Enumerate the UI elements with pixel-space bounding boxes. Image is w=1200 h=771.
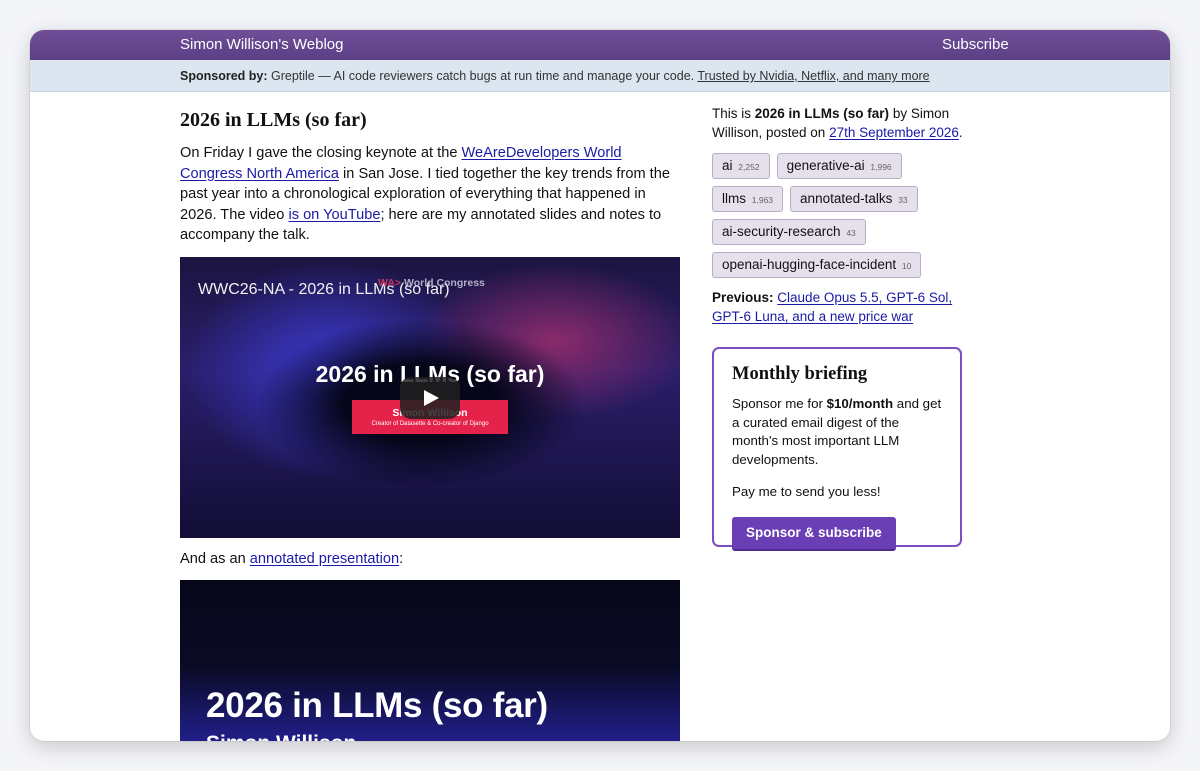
tag-llms[interactable]: llms 1,963 xyxy=(712,186,784,212)
monthly-briefing-box: Monthly briefing Sponsor me for $10/mont… xyxy=(712,347,962,551)
tag-name: ai xyxy=(722,158,733,173)
tag-name: ai-security-research xyxy=(722,224,841,239)
annotated-presentation-link[interactable]: annotated presentation xyxy=(250,551,399,567)
tag-count: 33 xyxy=(898,195,908,205)
byline-text-1: This is xyxy=(712,106,755,121)
tag-count: 1,996 xyxy=(870,162,892,172)
post-date-link[interactable]: 27th September 2026 xyxy=(829,125,959,140)
tag-name: openai-hugging-face-incident xyxy=(722,257,897,272)
youtube-link[interactable]: is on YouTube xyxy=(288,207,380,223)
site-header: Simon Willison's Weblog Subscribe xyxy=(30,30,1170,60)
previous-post: Previous: Claude Opus 5.5, GPT-6 Sol, GP… xyxy=(712,288,964,326)
post-byline: This is 2026 in LLMs (so far) by Simon W… xyxy=(712,104,964,142)
browser-window: Simon Willison's Weblog Subscribe Sponso… xyxy=(30,30,1170,741)
sponsor-banner: Sponsored by: Greptile — AI code reviewe… xyxy=(30,60,1170,92)
sponsor-link[interactable]: Trusted by Nvidia, Netflix, and many mor… xyxy=(697,69,929,83)
presentation-slide: 2026 in LLMs (so far) Simon Willison xyxy=(180,579,680,741)
tag-name: llms xyxy=(722,191,746,206)
slide-author: Simon Willison xyxy=(206,732,356,741)
youtube-video-embed[interactable]: WWC26-NA - 2026 in LLMs (so far) WA> Wor… xyxy=(180,256,680,538)
sponsor-label: Sponsored by: xyxy=(180,69,268,83)
byline-text-3: . xyxy=(958,125,963,140)
and-as-text-1: And as an xyxy=(180,550,250,567)
briefing-price: $10/month xyxy=(826,396,894,411)
slide-title: 2026 in LLMs (so far) xyxy=(206,685,548,725)
tag-count: 1,963 xyxy=(751,195,774,205)
post-content: 2026 in LLMs (so far) On Friday I gave t… xyxy=(180,92,680,741)
post-intro: On Friday I gave the closing keynote at … xyxy=(180,143,680,246)
tag-count: 2,252 xyxy=(738,162,760,172)
presentation-intro: And as an annotated presentation: xyxy=(180,551,680,567)
tag-annotated-talks[interactable]: annotated-talks 33 xyxy=(790,186,918,212)
tag-generative-ai[interactable]: generative-ai 1,996 xyxy=(776,153,902,179)
tag-ai-security-research[interactable]: ai-security-research 43 xyxy=(712,219,866,245)
tag-ai[interactable]: ai 2,252 xyxy=(712,153,770,179)
briefing-title: Monthly briefing xyxy=(732,364,868,384)
post-title: 2026 in LLMs (so far) xyxy=(180,109,367,131)
byline-title: 2026 in LLMs (so far) xyxy=(754,106,890,121)
name-card-subtitle: Creator of Datasette & Co-creator of Dja… xyxy=(371,420,489,427)
play-button-icon[interactable] xyxy=(400,376,460,419)
intro-text-1: On Friday I gave the closing keynote at … xyxy=(180,145,462,161)
previous-label: Previous: xyxy=(712,290,774,305)
world-congress-logo: WA> World Congress xyxy=(378,277,485,289)
briefing-text-a: Sponsor me for xyxy=(732,396,827,411)
tag-list: ai 2,252 generative-ai 1,996 llms 1,963 … xyxy=(712,153,964,278)
briefing-description: Sponsor me for $10/month and get a curat… xyxy=(732,395,942,469)
sidebar: This is 2026 in LLMs (so far) by Simon W… xyxy=(712,92,964,551)
tag-name: generative-ai xyxy=(786,158,865,173)
tag-name: annotated-talks xyxy=(800,191,893,206)
site-title-link[interactable]: Simon Willison's Weblog xyxy=(180,36,343,53)
tag-count: 10 xyxy=(901,261,912,271)
sponsor-text: Greptile — AI code reviewers catch bugs … xyxy=(267,69,698,83)
subscribe-link[interactable]: Subscribe xyxy=(942,36,1009,53)
sponsor-subscribe-button[interactable]: Sponsor & subscribe xyxy=(732,516,896,551)
brand-mark: WA> xyxy=(378,276,402,289)
brand-text: World Congress xyxy=(403,276,485,289)
and-as-text-2: : xyxy=(399,550,404,567)
tag-count: 43 xyxy=(846,228,856,238)
briefing-tagline: Pay me to send you less! xyxy=(732,484,881,499)
tag-openai-hugging-face-incident[interactable]: openai-hugging-face-incident 10 xyxy=(712,252,922,278)
